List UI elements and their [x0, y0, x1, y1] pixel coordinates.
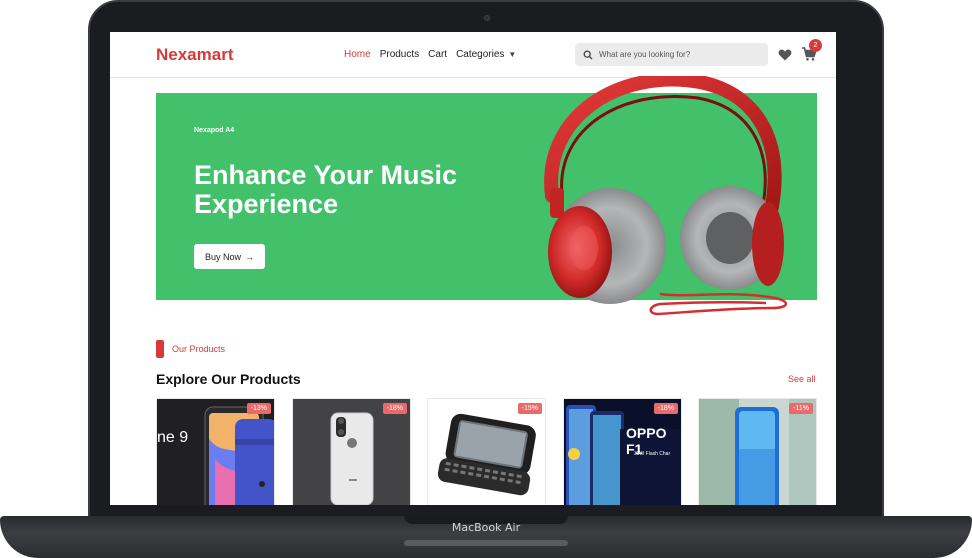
nav-categories-label: Categories — [456, 49, 505, 60]
discount-badge: -15% — [517, 403, 542, 414]
nav-products[interactable]: Products — [380, 49, 419, 60]
camera-icon — [484, 15, 490, 21]
discount-badge: -18% — [382, 403, 407, 414]
device-label: MacBook Air — [451, 521, 521, 534]
product-caption: ne 9 — [157, 429, 189, 446]
product-card[interactable]: -11% — [698, 398, 817, 505]
product-card[interactable]: -18% — [292, 398, 411, 505]
product-image-huawei — [699, 399, 816, 505]
discount-badge: -13% — [246, 403, 271, 414]
buy-now-label: Buy Now — [204, 251, 241, 262]
nav-cart[interactable]: Cart — [428, 49, 447, 60]
see-all-link[interactable]: See all — [788, 374, 816, 384]
discount-badge: -18% — [653, 403, 678, 414]
discount-badge: -11% — [789, 403, 813, 414]
product-subcaption: 33W Flash Char — [634, 451, 671, 457]
hero-kicker: Nexapod A4 — [194, 127, 235, 134]
section-title: Explore Our Products — [156, 371, 301, 387]
nav-categories[interactable]: Categories ▼ — [456, 49, 516, 60]
nav-links: Home Products Cart Categories ▼ — [344, 49, 516, 60]
section-label: Our Products — [172, 344, 226, 354]
headphones-image — [544, 76, 788, 316]
search-input[interactable] — [599, 50, 759, 59]
product-image-slider-phone — [428, 399, 545, 505]
chevron-down-icon: ▼ — [508, 50, 517, 59]
product-card[interactable]: -15% — [427, 398, 546, 505]
arrow-right-icon: → — [245, 251, 254, 262]
laptop-foot — [404, 540, 568, 546]
nav-home[interactable]: Home — [344, 49, 371, 60]
search-bar — [575, 43, 768, 66]
search-icon — [583, 50, 593, 59]
section-flag — [156, 340, 164, 358]
product-card[interactable]: ne 9 -13% — [156, 398, 275, 505]
navbar: Nexamart Home Products Cart Categories ▼ … — [110, 32, 836, 78]
cart-count-badge: 2 — [809, 39, 822, 52]
screen: Nexamart Home Products Cart Categories ▼ … — [110, 32, 836, 505]
brand-logo[interactable]: Nexamart — [156, 45, 234, 65]
heart-icon[interactable] — [778, 48, 792, 62]
hero-title: Enhance Your Music Experience — [194, 160, 458, 219]
product-image-iphone-9 — [157, 399, 274, 505]
buy-now-button[interactable]: Buy Now → — [194, 244, 265, 269]
product-image-iphone-x — [293, 399, 410, 505]
product-card[interactable]: OPPO F1 33W Flash Char -18% — [563, 398, 682, 505]
